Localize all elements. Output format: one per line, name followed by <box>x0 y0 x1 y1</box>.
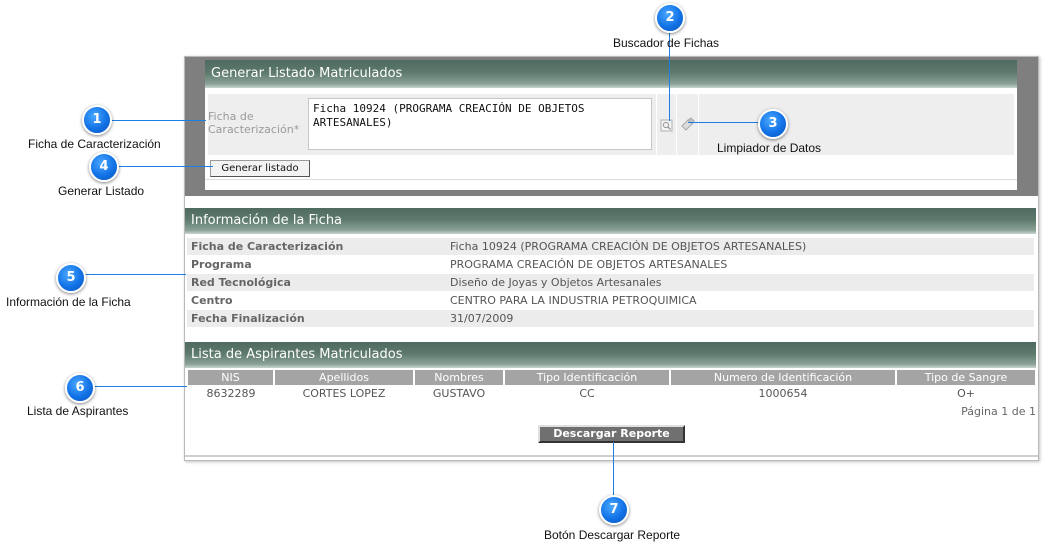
callout-label-6: Lista de Aspirantes <box>27 404 129 418</box>
generar-panel: Generar Listado Matriculados Ficha de Ca… <box>185 57 1038 196</box>
pagination: Página 1 de 1 <box>961 405 1036 418</box>
table-cell: 8632289 <box>206 387 256 400</box>
info-label: Fecha Finalización <box>187 310 442 327</box>
ficha-input[interactable]: Ficha 10924 (PROGRAMA CREACIÓN DE OBJETO… <box>308 98 652 150</box>
callout-label-5: Información de la Ficha <box>6 295 131 309</box>
column-header[interactable]: Numero de Identificación <box>670 370 897 385</box>
generar-form: Generar Listado Matriculados Ficha de Ca… <box>205 60 1017 190</box>
table-cell: CC <box>579 387 595 400</box>
callout-badge-5: 5 <box>56 263 86 293</box>
info-value: Diseño de Joyas y Objetos Artesanales <box>442 274 1034 291</box>
eraser-icon[interactable] <box>680 117 696 133</box>
descargar-reporte-button[interactable]: Descargar Reporte <box>538 425 685 443</box>
table-header-row: NIS Apellidos Nombres Tipo Identificació… <box>188 370 1037 385</box>
generar-header: Generar Listado Matriculados <box>205 60 1017 88</box>
divider <box>185 455 1038 457</box>
column-header[interactable]: Tipo de Sangre <box>896 370 1037 385</box>
callout-connector <box>96 120 206 121</box>
divider <box>698 94 699 155</box>
callout-badge-4: 4 <box>89 152 119 182</box>
table-row: 8632289 CORTES LOPEZ GUSTAVO CC 1000654 … <box>188 385 1036 402</box>
aspirantes-table: NIS Apellidos Nombres Tipo Identificació… <box>188 370 1037 402</box>
info-row: Fecha Finalización 31/07/2009 <box>187 310 1034 327</box>
column-header[interactable]: Nombres <box>414 370 505 385</box>
info-value: 31/07/2009 <box>442 310 1034 327</box>
divider <box>656 94 657 155</box>
info-value: Ficha 10924 (PROGRAMA CREACIÓN DE OBJETO… <box>442 238 1034 255</box>
column-header[interactable]: Tipo Identificación <box>504 370 671 385</box>
info-row: Programa PROGRAMA CREACIÓN DE OBJETOS AR… <box>187 256 1034 273</box>
app-frame: Generar Listado Matriculados Ficha de Ca… <box>184 56 1039 461</box>
table-cell: CORTES LOPEZ <box>302 387 386 400</box>
info-table: Ficha de Caracterización Ficha 10924 (PR… <box>187 237 1034 328</box>
info-row: Red Tecnológica Diseño de Joyas y Objeto… <box>187 274 1034 291</box>
column-header[interactable]: Apellidos <box>274 370 415 385</box>
callout-connector <box>70 274 186 275</box>
ficha-label: Ficha de Caracterización* <box>208 110 300 136</box>
info-label: Red Tecnológica <box>187 274 442 291</box>
callout-badge-3: 3 <box>758 109 788 139</box>
table-cell: 1000654 <box>758 387 808 400</box>
info-value: CENTRO PARA LA INDUSTRIA PETROQUIMICA <box>442 292 1034 309</box>
search-icon[interactable] <box>660 119 674 133</box>
table-cell: O+ <box>957 387 975 400</box>
ficha-row: Ficha de Caracterización* Ficha 10924 (P… <box>208 94 1014 155</box>
callout-badge-1: 1 <box>82 105 112 135</box>
info-label: Programa <box>187 256 442 273</box>
divider <box>205 179 1017 180</box>
list-header: Lista de Aspirantes Matriculados <box>185 342 1036 368</box>
info-label: Centro <box>187 292 442 309</box>
callout-connector <box>79 386 187 387</box>
info-label: Ficha de Caracterización <box>187 238 442 255</box>
divider <box>676 94 677 155</box>
callout-badge-2: 2 <box>655 3 685 33</box>
callout-badge-6: 6 <box>65 373 95 403</box>
callout-badge-7: 7 <box>599 495 629 525</box>
column-header[interactable]: NIS <box>188 370 275 385</box>
callout-label-2: Buscador de Fichas <box>613 36 720 50</box>
generar-listado-button[interactable]: Generar listado <box>210 160 310 177</box>
info-row: Ficha de Caracterización Ficha 10924 (PR… <box>187 238 1034 255</box>
info-value: PROGRAMA CREACIÓN DE OBJETOS ARTESANALES <box>442 256 1034 273</box>
info-row: Centro CENTRO PARA LA INDUSTRIA PETROQUI… <box>187 292 1034 309</box>
callout-connector <box>103 166 213 167</box>
callout-label-4: Generar Listado <box>58 184 145 198</box>
callout-label-3: Limpiador de Datos <box>717 141 822 155</box>
callout-label-1: Ficha de Caracterización <box>28 137 161 151</box>
table-cell: GUSTAVO <box>432 387 486 400</box>
callout-label-7: Botón Descargar Reporte <box>544 528 681 542</box>
info-header: Información de la Ficha <box>185 208 1036 234</box>
